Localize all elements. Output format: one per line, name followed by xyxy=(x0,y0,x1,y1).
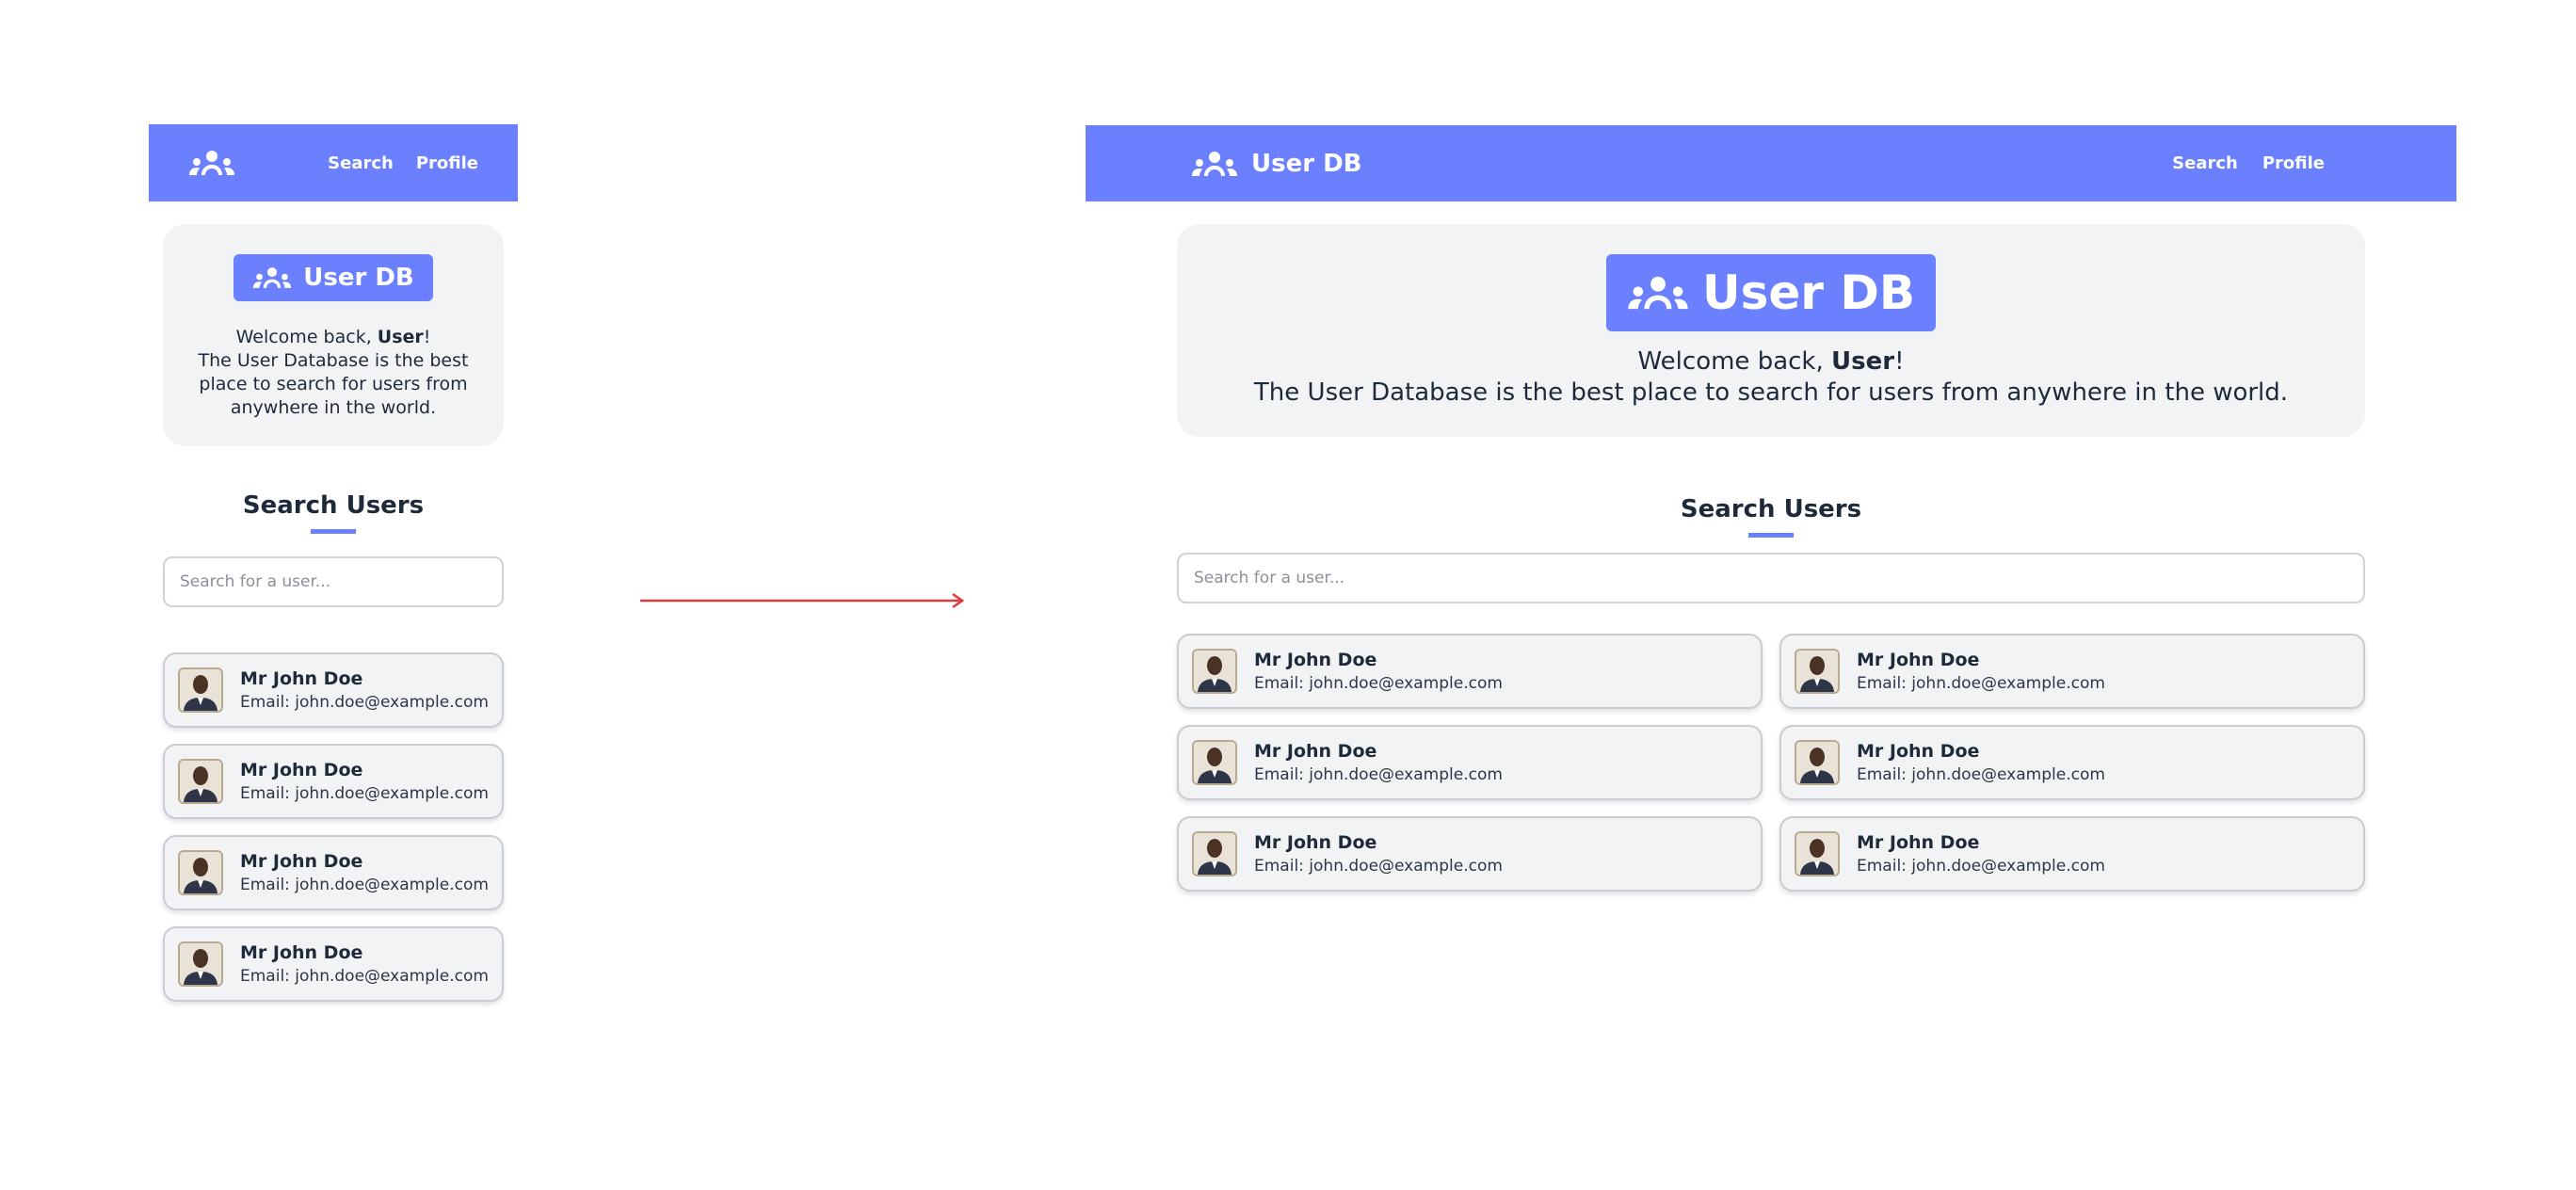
users-group-icon xyxy=(1191,150,1238,178)
brand-badge: User DB xyxy=(1606,254,1936,331)
hero-panel: User DB Welcome back, User! The User Dat… xyxy=(1177,224,2365,437)
user-name: Mr John Doe xyxy=(1857,832,1980,853)
nav-search-link[interactable]: Search xyxy=(2172,153,2238,173)
user-avatar xyxy=(1795,831,1840,876)
user-name: Mr John Doe xyxy=(1254,741,1377,762)
user-avatar xyxy=(1192,649,1237,694)
section-title: Search Users xyxy=(242,491,425,520)
welcome-suffix: ! xyxy=(1894,347,1905,376)
user-name: Mr John Doe xyxy=(1857,741,1980,762)
user-email: Email: john.doe@example.com xyxy=(240,876,489,894)
welcome-text: Welcome back, User! The User Database is… xyxy=(182,326,485,420)
user-name: Mr John Doe xyxy=(1857,650,1980,670)
user-grid: Mr John Doe Email: john.doe@example.com … xyxy=(1177,634,2365,892)
user-avatar xyxy=(1192,740,1237,785)
users-group-icon[interactable] xyxy=(188,149,235,177)
user-email: Email: john.doe@example.com xyxy=(1254,674,1503,693)
brand-badge-label: User DB xyxy=(1702,265,1915,320)
user-card[interactable]: Mr John Doe Email: john.doe@example.com xyxy=(1779,816,2365,892)
transition-arrow-icon xyxy=(640,591,966,614)
user-name: Mr John Doe xyxy=(240,942,363,963)
user-email: Email: john.doe@example.com xyxy=(1254,765,1503,784)
welcome-prefix: Welcome back, xyxy=(1637,347,1832,376)
user-email: Email: john.doe@example.com xyxy=(1857,857,2105,876)
nav-search-link[interactable]: Search xyxy=(328,153,394,173)
user-avatar xyxy=(1795,740,1840,785)
mobile-nav-links: Search Profile xyxy=(328,153,478,173)
navbar-brand[interactable]: User DB xyxy=(1191,150,1362,178)
user-name: Mr John Doe xyxy=(1254,650,1377,670)
user-name: Mr John Doe xyxy=(240,851,363,872)
user-list: Mr John Doe Email: john.doe@example.com … xyxy=(163,652,504,1002)
title-underline xyxy=(311,529,356,534)
user-email: Email: john.doe@example.com xyxy=(240,784,489,803)
user-avatar xyxy=(1795,649,1840,694)
user-avatar xyxy=(1192,831,1237,876)
user-avatar xyxy=(178,850,223,895)
users-group-icon xyxy=(1627,274,1689,312)
user-card[interactable]: Mr John Doe Email: john.doe@example.com xyxy=(1177,725,1763,800)
user-card[interactable]: Mr John Doe Email: john.doe@example.com xyxy=(163,744,504,819)
mobile-view: Search Profile User DB Welcome back, Use… xyxy=(149,124,518,1018)
user-card[interactable]: Mr John Doe Email: john.doe@example.com xyxy=(163,652,504,728)
user-card[interactable]: Mr John Doe Email: john.doe@example.com xyxy=(1177,816,1763,892)
user-card[interactable]: Mr John Doe Email: john.doe@example.com xyxy=(1779,725,2365,800)
user-card[interactable]: Mr John Doe Email: john.doe@example.com xyxy=(163,926,504,1002)
nav-profile-link[interactable]: Profile xyxy=(416,153,478,173)
hero-panel: User DB Welcome back, User! The User Dat… xyxy=(163,224,504,446)
navbar-brand-label: User DB xyxy=(1251,149,1362,178)
desktop-navbar: User DB Search Profile xyxy=(1086,125,2456,201)
section-title: Search Users xyxy=(1680,495,1862,523)
user-email: Email: john.doe@example.com xyxy=(1857,674,2105,693)
user-email: Email: john.doe@example.com xyxy=(240,967,489,986)
welcome-username: User xyxy=(1831,347,1895,376)
user-avatar xyxy=(178,667,223,713)
user-avatar xyxy=(178,759,223,804)
desktop-view: User DB Search Profile User DB Welcome b… xyxy=(1086,125,2456,892)
user-email: Email: john.doe@example.com xyxy=(240,693,489,712)
user-name: Mr John Doe xyxy=(1254,832,1377,853)
desktop-content: User DB Welcome back, User! The User Dat… xyxy=(1177,224,2365,892)
user-card[interactable]: Mr John Doe Email: john.doe@example.com xyxy=(1177,634,1763,709)
user-email: Email: john.doe@example.com xyxy=(1857,765,2105,784)
nav-profile-link[interactable]: Profile xyxy=(2262,153,2325,173)
user-name: Mr John Doe xyxy=(240,668,363,689)
title-underline xyxy=(1748,533,1794,538)
welcome-text: Welcome back, User! The User Database is… xyxy=(1196,346,2346,409)
welcome-username: User xyxy=(377,327,424,347)
user-name: Mr John Doe xyxy=(240,760,363,780)
brand-badge: User DB xyxy=(233,254,433,301)
user-card[interactable]: Mr John Doe Email: john.doe@example.com xyxy=(1779,634,2365,709)
users-group-icon xyxy=(252,265,292,290)
welcome-suffix: ! xyxy=(423,327,431,347)
hero-description: The User Database is the best place to s… xyxy=(1253,378,2289,407)
mobile-navbar: Search Profile xyxy=(149,124,518,201)
hero-description: The User Database is the best place to s… xyxy=(198,350,469,418)
brand-badge-label: User DB xyxy=(303,264,414,292)
desktop-nav-links: Search Profile xyxy=(2172,153,2325,173)
search-input[interactable] xyxy=(1177,553,2365,603)
search-input[interactable] xyxy=(163,556,504,607)
welcome-prefix: Welcome back, xyxy=(235,327,378,347)
user-email: Email: john.doe@example.com xyxy=(1254,857,1503,876)
user-card[interactable]: Mr John Doe Email: john.doe@example.com xyxy=(163,835,504,910)
user-avatar xyxy=(178,941,223,987)
